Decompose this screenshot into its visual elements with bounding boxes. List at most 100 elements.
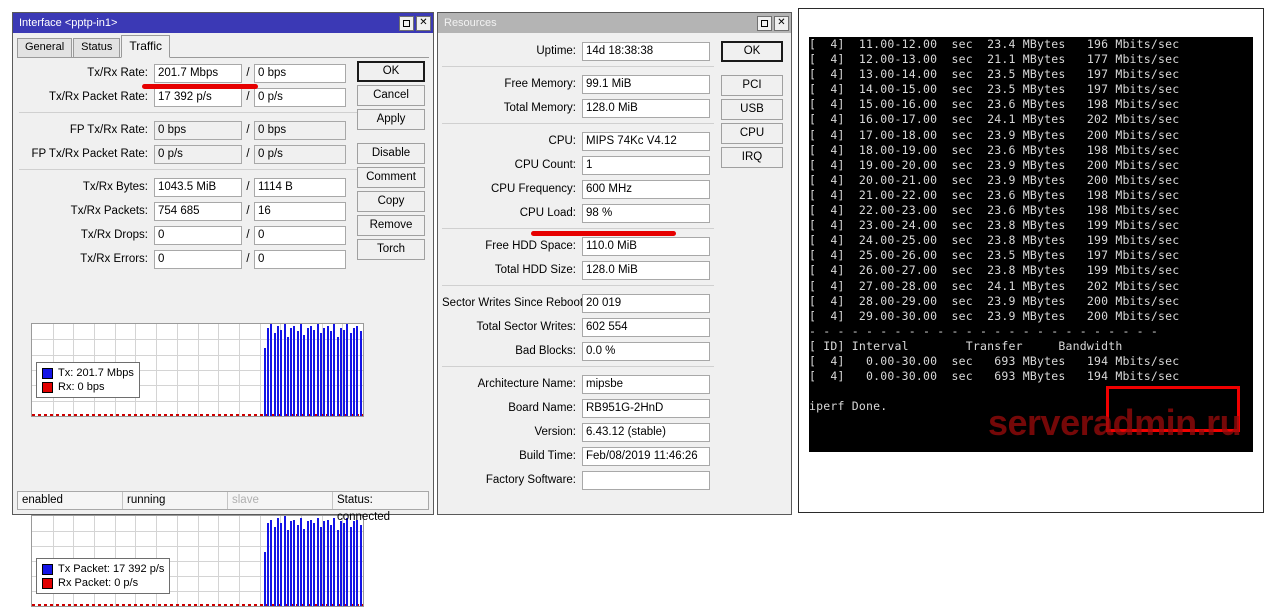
field-value-free-hdd-space[interactable]: 110.0 MiB (582, 236, 710, 256)
terminal-line: [ 4] 15.00-16.00 sec 23.6 MBytes 198 Mbi… (809, 97, 1180, 112)
field-rx-tx-rx-errors[interactable]: 0 (254, 249, 346, 269)
resources-titlebar[interactable]: Resources ✕ (438, 13, 791, 33)
graph-bar (267, 523, 269, 606)
graph-bar (276, 325, 279, 416)
terminal-line: [ 4] 12.00-13.00 sec 21.1 MBytes 177 Mbi… (809, 52, 1180, 67)
packet-graph-legend: Tx Packet: 17 392 p/s Rx Packet: 0 p/s (36, 558, 171, 594)
form-separator (442, 123, 714, 124)
field-value-cpu-count[interactable]: 1 (582, 155, 710, 175)
copy-button[interactable]: Copy (357, 191, 425, 212)
cancel-button[interactable]: Cancel (357, 85, 425, 106)
maximize-icon[interactable] (399, 15, 414, 31)
field-value-sector-writes-since-reboot[interactable]: 20 019 (582, 293, 710, 313)
field-label-free-memory: Free Memory: (504, 78, 576, 90)
close-icon[interactable]: ✕ (416, 15, 431, 31)
field-tx-tx-rx-bytes[interactable]: 1043.5 MiB (154, 177, 242, 197)
disable-button[interactable]: Disable (357, 143, 425, 164)
tab-traffic[interactable]: Traffic (121, 35, 170, 58)
field-value-total-sector-writes[interactable]: 602 554 (582, 317, 710, 337)
field-rx-tx-rx-bytes[interactable]: 1114 B (254, 177, 346, 197)
field-rx-tx-rx-packet-rate[interactable]: 0 p/s (254, 87, 346, 107)
graph-bar (323, 521, 326, 606)
graph-bar (296, 331, 299, 416)
terminal-line: [ 4] 14.00-15.00 sec 23.5 MBytes 197 Mbi… (809, 82, 1180, 97)
interface-titlebar[interactable]: Interface <pptp-in1> ✕ (13, 13, 433, 33)
remove-button[interactable]: Remove (357, 215, 425, 236)
packet-graph: Tx Packet: 17 392 p/s Rx Packet: 0 p/s (31, 515, 364, 607)
form-row: FP Tx/Rx Packet Rate: 0 p/s / 0 p/s (19, 144, 359, 164)
field-label-free-hdd-space: Free HDD Space: (485, 240, 576, 252)
graph-bar (290, 327, 293, 416)
terminal-line: [ 4] 17.00-18.00 sec 23.9 MBytes 200 Mbi… (809, 127, 1180, 142)
field-separator-slash: / (246, 91, 250, 103)
field-rx-tx-rx-drops[interactable]: 0 (254, 225, 346, 245)
field-value-total-memory[interactable]: 128.0 MiB (582, 98, 710, 118)
graph-bar (346, 324, 349, 416)
graph-bar (300, 324, 303, 416)
highlight-underline-cpuload (531, 231, 676, 236)
apply-button[interactable]: Apply (357, 109, 425, 130)
ok-button[interactable]: OK (357, 61, 425, 82)
field-value-uptime[interactable]: 14d 18:38:38 (582, 41, 710, 61)
graph-bar (356, 519, 359, 606)
resources-window: Resources ✕ Uptime: 14d 18:38:38 Free Memo… (437, 12, 792, 515)
field-value-factory-software[interactable] (582, 470, 710, 490)
resources-cpu-button[interactable]: CPU (721, 123, 783, 144)
form-separator (19, 112, 359, 113)
terminal-line: [ 4] 18.00-19.00 sec 23.6 MBytes 198 Mbi… (809, 142, 1180, 157)
graph-bar (319, 526, 322, 606)
field-value-bad-blocks[interactable]: 0.0 % (582, 341, 710, 361)
tab-general[interactable]: General (17, 38, 73, 57)
graph-bar (323, 327, 326, 416)
field-tx-tx-rx-packets[interactable]: 754 685 (154, 201, 242, 221)
field-tx-fp-tx-rx-rate[interactable]: 0 bps (154, 120, 242, 140)
graph-bar (276, 517, 279, 606)
form-row: Tx/Rx Rate: 201.7 Mbps / 0 bps (19, 63, 359, 83)
field-label-version: Version: (534, 426, 576, 438)
graph-bar (286, 336, 289, 416)
field-value-architecture-name[interactable]: mipsbe (582, 374, 710, 394)
graph-bar (346, 517, 349, 606)
field-tx-fp-tx-rx-packet-rate[interactable]: 0 p/s (154, 144, 242, 164)
field-label-architecture-name: Architecture Name: (477, 378, 576, 390)
comment-button[interactable]: Comment (357, 167, 425, 188)
field-rx-fp-tx-rx-rate[interactable]: 0 bps (254, 120, 346, 140)
resources-usb-button[interactable]: USB (721, 99, 783, 120)
field-separator-slash: / (246, 124, 250, 136)
graph-bar (326, 519, 329, 606)
resources-ok-button[interactable]: OK (721, 41, 783, 62)
field-value-cpu-load[interactable]: 98 % (582, 203, 710, 223)
tab-status[interactable]: Status (73, 38, 121, 57)
field-rx-tx-rx-rate[interactable]: 0 bps (254, 63, 346, 83)
close-icon[interactable]: ✕ (774, 15, 789, 31)
maximize-icon[interactable] (757, 15, 772, 31)
resources-button-column: OK PCI USB CPU IRQ (721, 41, 783, 171)
resources-irq-button[interactable]: IRQ (721, 147, 783, 168)
resources-pci-button[interactable]: PCI (721, 75, 783, 96)
field-value-total-hdd-size[interactable]: 128.0 MiB (582, 260, 710, 280)
field-value-cpu-frequency[interactable]: 600 MHz (582, 179, 710, 199)
field-value-version[interactable]: 6.43.12 (stable) (582, 422, 710, 442)
field-rx-tx-rx-packets[interactable]: 16 (254, 201, 346, 221)
field-value-build-time[interactable]: Feb/08/2019 11:46:26 (582, 446, 710, 466)
field-tx-tx-rx-drops[interactable]: 0 (154, 225, 242, 245)
interface-button-column: OK Cancel Apply Disable Comment Copy Remove Tor… (357, 61, 425, 263)
form-row: Total Memory: 128.0 MiB (442, 98, 714, 118)
form-row: Bad Blocks: 0.0 % (442, 341, 714, 361)
legend-swatch (42, 381, 53, 393)
field-value-free-memory[interactable]: 99.1 MiB (582, 74, 710, 94)
field-rx-fp-tx-rx-packet-rate[interactable]: 0 p/s (254, 144, 346, 164)
field-value-board-name[interactable]: RB951G-2HnD (582, 398, 710, 418)
field-tx-tx-rx-rate[interactable]: 201.7 Mbps (154, 63, 242, 83)
field-label-fp-tx-rx-rate: FP Tx/Rx Rate: (69, 124, 148, 136)
field-value-cpu[interactable]: MIPS 74Kc V4.12 (582, 131, 710, 151)
field-tx-tx-rx-errors[interactable]: 0 (154, 249, 242, 269)
form-row: Tx/Rx Packet Rate: 17 392 p/s / 0 p/s (19, 87, 359, 107)
field-label-total-memory: Total Memory: (503, 102, 576, 114)
graph-bar (319, 333, 322, 416)
torch-button[interactable]: Torch (357, 239, 425, 260)
form-separator (442, 366, 714, 367)
field-tx-tx-rx-packet-rate[interactable]: 17 392 p/s (154, 87, 242, 107)
field-label-factory-software: Factory Software: (485, 474, 576, 486)
legend-label: Rx Packet: 0 p/s (58, 577, 139, 589)
